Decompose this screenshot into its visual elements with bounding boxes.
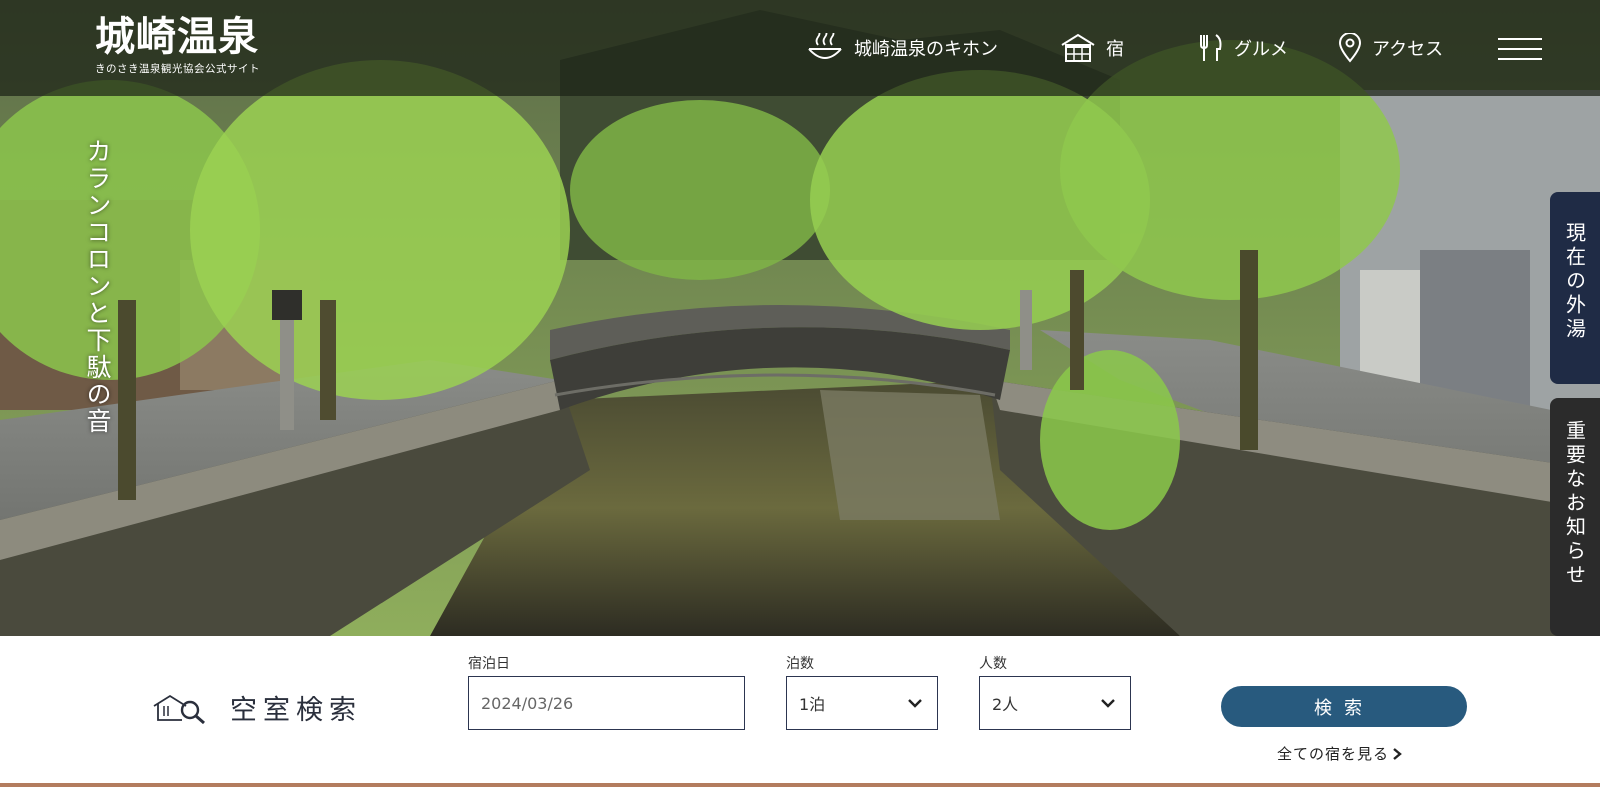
map-pin-icon [1338,33,1362,63]
site-logo[interactable]: 城崎温泉 きのさき温泉観光協会公式サイト [95,14,260,76]
menu-line [1498,58,1542,60]
search-button[interactable]: 検索 [1221,686,1467,727]
checkin-date-value: 2024/03/26 [481,693,574,713]
side-tab-label: 現在の外湯 [1562,222,1587,342]
nav-item-gourmet[interactable]: グルメ [1196,28,1288,68]
nav-label: グルメ [1234,39,1288,60]
vacancy-search-title: 空室検索 [230,695,362,726]
checkin-date-label: 宿泊日 [468,656,510,672]
chevron-down-icon [908,699,922,708]
house-search-icon [153,694,205,724]
guests-select[interactable]: 2人 [979,676,1131,730]
guests-value: 2人 [992,695,1019,714]
hero-tagline: カランコロンと下駄の音 [83,138,112,435]
logo-title: 城崎温泉 [95,13,259,60]
vacancy-search-heading: 空室検索 [152,688,362,727]
chevron-down-icon [1101,699,1115,708]
checkin-date-input[interactable]: 2024/03/26 [468,676,745,730]
nav-label: 宿 [1106,39,1124,60]
cutlery-icon [1200,34,1222,61]
next-section-edge [0,783,1600,787]
nights-label: 泊数 [786,656,814,672]
side-tab-important-notice[interactable]: 重要なお知らせ [1550,398,1600,636]
hamburger-menu-icon[interactable] [1498,32,1542,64]
nav-item-kinosaki-basics[interactable]: 城崎温泉のキホン [806,28,998,68]
chevron-right-icon [1393,747,1402,760]
guests-label: 人数 [979,656,1007,672]
inn-icon [1061,33,1095,62]
view-all-inns-label: 全ての宿を見る [1277,745,1390,763]
view-all-inns-link[interactable]: 全ての宿を見る [1277,743,1402,764]
menu-line [1498,38,1542,40]
logo-subtitle: きのさき温泉観光協会公式サイト [95,63,260,75]
nav-label: アクセス [1372,39,1444,60]
nights-select[interactable]: 1泊 [786,676,938,730]
nav-item-inn[interactable]: 宿 [1060,28,1124,68]
side-tab-label: 重要なお知らせ [1562,420,1587,588]
nav-item-access[interactable]: アクセス [1338,28,1443,68]
hot-spring-icon [808,33,842,59]
nights-value: 1泊 [799,695,826,714]
nav-label: 城崎温泉のキホン [854,39,998,60]
side-tab-outdoor-bath-status[interactable]: 現在の外湯 [1550,192,1600,384]
menu-line [1498,48,1542,50]
